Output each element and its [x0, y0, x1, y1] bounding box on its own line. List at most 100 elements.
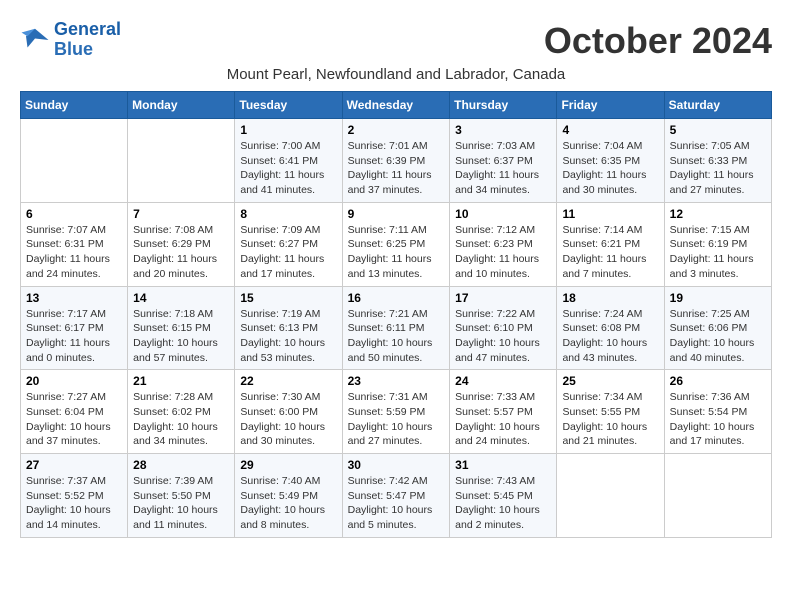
calendar-cell: 30 Sunrise: 7:42 AM Sunset: 5:47 PM Dayli…: [342, 454, 450, 538]
calendar-cell: 15Sunrise: 7:19 AM Sunset: 6:13 PM Dayli…: [235, 286, 342, 370]
day-info: Sunrise: 7:37 AM Sunset: 5:52 PM Dayligh…: [26, 474, 122, 533]
day-info: Sunrise: 7:00 AM Sunset: 6:41 PM Dayligh…: [240, 139, 336, 198]
weekday-header-friday: Friday: [557, 92, 664, 119]
day-number: 31: [455, 458, 551, 472]
calendar-cell: 7 Sunrise: 7:08 AM Sunset: 6:29 PM Daylig…: [128, 202, 235, 286]
day-info: Sunrise: 7:42 AM Sunset: 5:47 PM Dayligh…: [348, 474, 445, 533]
day-number: 7: [133, 207, 229, 221]
day-number: 11: [562, 207, 658, 221]
day-info: Sunrise: 7:22 AM Sunset: 6:10 PM Dayligh…: [455, 307, 551, 366]
day-info: Sunrise: 7:34 AM Sunset: 5:55 PM Dayligh…: [562, 390, 658, 449]
day-info: Sunrise: 7:08 AM Sunset: 6:29 PM Dayligh…: [133, 223, 229, 282]
day-number: 17: [455, 291, 551, 305]
calendar-cell: 17 Sunrise: 7:22 AM Sunset: 6:10 PM Dayli…: [450, 286, 557, 370]
calendar-cell: 20 Sunrise: 7:27 AM Sunset: 6:04 PM Dayli…: [21, 370, 128, 454]
calendar-cell: 23 Sunrise: 7:31 AM Sunset: 5:59 PM Dayli…: [342, 370, 450, 454]
day-info: Sunrise: 7:04 AM Sunset: 6:35 PM Dayligh…: [562, 139, 658, 198]
day-number: 10: [455, 207, 551, 221]
day-info: Sunrise: 7:11 AM Sunset: 6:25 PM Dayligh…: [348, 223, 445, 282]
weekday-header-saturday: Saturday: [664, 92, 771, 119]
day-number: 16: [348, 291, 445, 305]
weekday-header-tuesday: Tuesday: [235, 92, 342, 119]
day-info: Sunrise: 7:12 AM Sunset: 6:23 PM Dayligh…: [455, 223, 551, 282]
day-number: 2: [348, 123, 445, 137]
day-number: 6: [26, 207, 122, 221]
day-info: Sunrise: 7:14 AM Sunset: 6:21 PM Dayligh…: [562, 223, 658, 282]
calendar-cell: [557, 454, 664, 538]
calendar-cell: 2 Sunrise: 7:01 AM Sunset: 6:39 PM Daylig…: [342, 119, 450, 203]
day-number: 20: [26, 374, 122, 388]
day-number: 4: [562, 123, 658, 137]
weekday-header-sunday: Sunday: [21, 92, 128, 119]
calendar-cell: 28Sunrise: 7:39 AM Sunset: 5:50 PM Dayli…: [128, 454, 235, 538]
calendar-cell: 1 Sunrise: 7:00 AM Sunset: 6:41 PM Daylig…: [235, 119, 342, 203]
calendar-cell: [21, 119, 128, 203]
day-info: Sunrise: 7:17 AM Sunset: 6:17 PM Dayligh…: [26, 307, 122, 366]
weekday-header-monday: Monday: [128, 92, 235, 119]
day-info: Sunrise: 7:09 AM Sunset: 6:27 PM Dayligh…: [240, 223, 336, 282]
calendar-cell: 12Sunrise: 7:15 AM Sunset: 6:19 PM Dayli…: [664, 202, 771, 286]
calendar-cell: 13 Sunrise: 7:17 AM Sunset: 6:17 PM Dayli…: [21, 286, 128, 370]
day-number: 25: [562, 374, 658, 388]
calendar-cell: 22 Sunrise: 7:30 AM Sunset: 6:00 PM Dayli…: [235, 370, 342, 454]
calendar-week-row: 27 Sunrise: 7:37 AM Sunset: 5:52 PM Dayli…: [21, 454, 772, 538]
day-info: Sunrise: 7:36 AM Sunset: 5:54 PM Dayligh…: [670, 390, 766, 449]
day-number: 19: [670, 291, 766, 305]
day-number: 9: [348, 207, 445, 221]
weekday-header-wednesday: Wednesday: [342, 92, 450, 119]
day-number: 23: [348, 374, 445, 388]
day-info: Sunrise: 7:07 AM Sunset: 6:31 PM Dayligh…: [26, 223, 122, 282]
day-info: Sunrise: 7:27 AM Sunset: 6:04 PM Dayligh…: [26, 390, 122, 449]
calendar-cell: 8 Sunrise: 7:09 AM Sunset: 6:27 PM Daylig…: [235, 202, 342, 286]
logo-text: General Blue: [54, 20, 121, 60]
calendar-cell: 18Sunrise: 7:24 AM Sunset: 6:08 PM Dayli…: [557, 286, 664, 370]
day-number: 18: [562, 291, 658, 305]
day-number: 14: [133, 291, 229, 305]
day-number: 5: [670, 123, 766, 137]
logo: General Blue: [20, 20, 121, 60]
day-number: 21: [133, 374, 229, 388]
calendar-cell: 3 Sunrise: 7:03 AM Sunset: 6:37 PM Daylig…: [450, 119, 557, 203]
calendar-cell: 27 Sunrise: 7:37 AM Sunset: 5:52 PM Dayli…: [21, 454, 128, 538]
day-number: 13: [26, 291, 122, 305]
day-number: 3: [455, 123, 551, 137]
day-info: Sunrise: 7:31 AM Sunset: 5:59 PM Dayligh…: [348, 390, 445, 449]
month-title: October 2024: [544, 20, 772, 62]
day-number: 30: [348, 458, 445, 472]
calendar-cell: 19Sunrise: 7:25 AM Sunset: 6:06 PM Dayli…: [664, 286, 771, 370]
calendar-cell: 29Sunrise: 7:40 AM Sunset: 5:49 PM Dayli…: [235, 454, 342, 538]
day-info: Sunrise: 7:01 AM Sunset: 6:39 PM Dayligh…: [348, 139, 445, 198]
calendar-cell: 11 Sunrise: 7:14 AM Sunset: 6:21 PM Dayli…: [557, 202, 664, 286]
calendar-week-row: 13 Sunrise: 7:17 AM Sunset: 6:17 PM Dayli…: [21, 286, 772, 370]
day-info: Sunrise: 7:28 AM Sunset: 6:02 PM Dayligh…: [133, 390, 229, 449]
day-number: 12: [670, 207, 766, 221]
day-info: Sunrise: 7:33 AM Sunset: 5:57 PM Dayligh…: [455, 390, 551, 449]
day-info: Sunrise: 7:03 AM Sunset: 6:37 PM Dayligh…: [455, 139, 551, 198]
day-number: 22: [240, 374, 336, 388]
day-info: Sunrise: 7:43 AM Sunset: 5:45 PM Dayligh…: [455, 474, 551, 533]
weekday-header-thursday: Thursday: [450, 92, 557, 119]
day-number: 28: [133, 458, 229, 472]
calendar-cell: [664, 454, 771, 538]
day-info: Sunrise: 7:21 AM Sunset: 6:11 PM Dayligh…: [348, 307, 445, 366]
day-number: 27: [26, 458, 122, 472]
day-info: Sunrise: 7:05 AM Sunset: 6:33 PM Dayligh…: [670, 139, 766, 198]
calendar-cell: 21 Sunrise: 7:28 AM Sunset: 6:02 PM Dayli…: [128, 370, 235, 454]
logo-icon: [20, 25, 50, 55]
calendar-week-row: 20 Sunrise: 7:27 AM Sunset: 6:04 PM Dayli…: [21, 370, 772, 454]
calendar-cell: 24 Sunrise: 7:33 AM Sunset: 5:57 PM Dayli…: [450, 370, 557, 454]
day-info: Sunrise: 7:40 AM Sunset: 5:49 PM Dayligh…: [240, 474, 336, 533]
subtitle: Mount Pearl, Newfoundland and Labrador, …: [20, 66, 772, 83]
calendar-cell: 9 Sunrise: 7:11 AM Sunset: 6:25 PM Daylig…: [342, 202, 450, 286]
day-number: 8: [240, 207, 336, 221]
logo-line1: General: [54, 19, 121, 39]
page-header: General Blue October 2024: [20, 20, 772, 62]
calendar-cell: 26Sunrise: 7:36 AM Sunset: 5:54 PM Dayli…: [664, 370, 771, 454]
day-number: 1: [240, 123, 336, 137]
calendar-cell: 14Sunrise: 7:18 AM Sunset: 6:15 PM Dayli…: [128, 286, 235, 370]
calendar-cell: 16 Sunrise: 7:21 AM Sunset: 6:11 PM Dayli…: [342, 286, 450, 370]
day-number: 24: [455, 374, 551, 388]
calendar-table: SundayMondayTuesdayWednesdayThursdayFrid…: [20, 91, 772, 538]
day-info: Sunrise: 7:30 AM Sunset: 6:00 PM Dayligh…: [240, 390, 336, 449]
calendar-cell: 10 Sunrise: 7:12 AM Sunset: 6:23 PM Dayli…: [450, 202, 557, 286]
